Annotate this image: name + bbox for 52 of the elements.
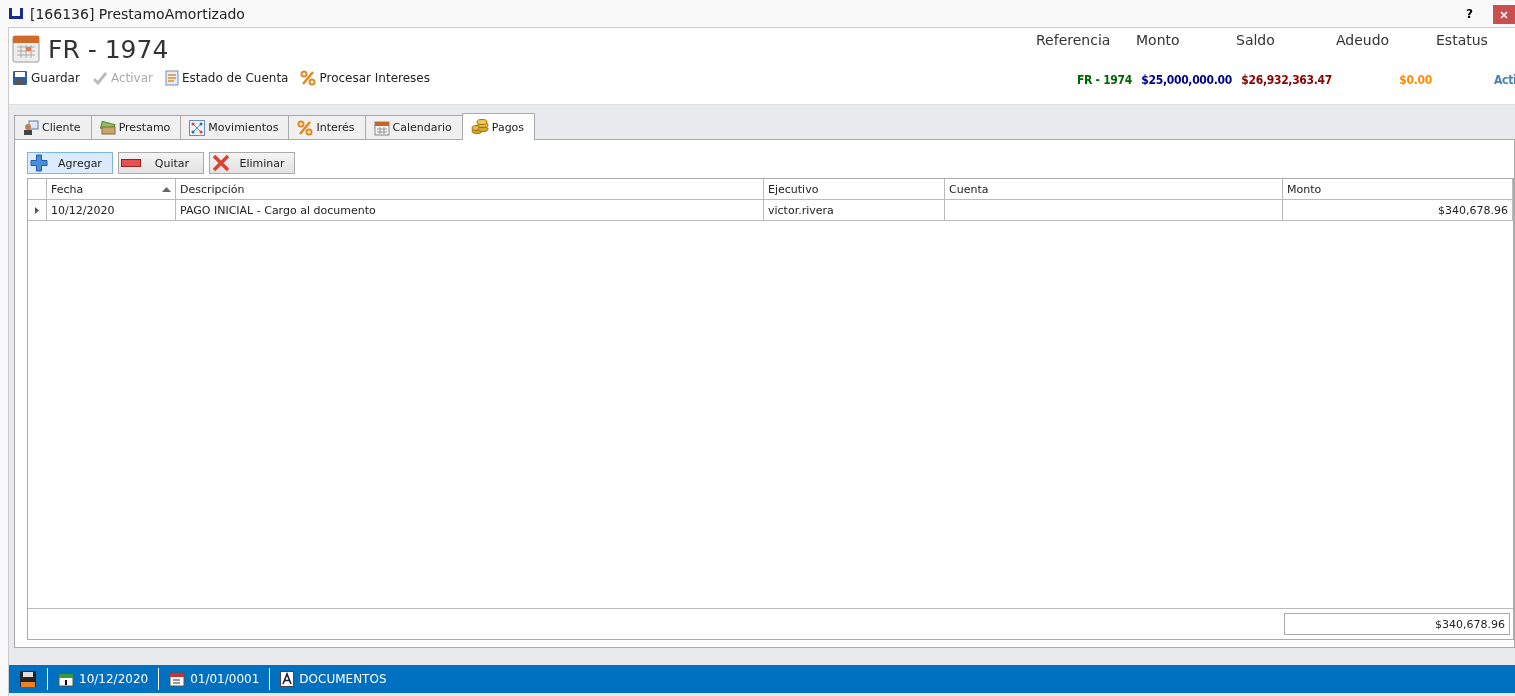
tab[interactable]: Pagos <box>461 113 536 140</box>
checkmark-icon <box>91 70 108 86</box>
document-title: FR - 1974 <box>48 34 169 64</box>
help-button[interactable]: ? <box>1466 6 1473 21</box>
person-card-icon <box>23 119 39 136</box>
toolbar-button[interactable]: Procesar Intereses <box>298 70 432 86</box>
calendar-icon <box>169 671 186 687</box>
plus-icon <box>30 154 48 172</box>
banknotes-icon <box>99 119 116 136</box>
close-icon <box>1500 10 1508 19</box>
summary-value: Acti <box>1493 73 1515 89</box>
calendar-icon <box>12 34 40 64</box>
status-text: DOCUMENTOS <box>299 672 387 686</box>
tab[interactable]: Prestamo <box>90 115 182 139</box>
summary-label: Saldo <box>1236 32 1276 50</box>
summary-value: FR - 1974 <box>1075 73 1133 89</box>
tab[interactable]: Interés <box>288 115 366 139</box>
summary-label: Estatus <box>1436 32 1489 50</box>
summary-value: $25,000,000.00 <box>1140 73 1233 89</box>
summary-label: Referencia <box>1036 32 1112 50</box>
status-text: 10/12/2020 <box>79 672 149 686</box>
tab[interactable]: Movimientos <box>180 115 290 139</box>
table-cell: $340,678.96 <box>1438 203 1508 217</box>
remove-button[interactable]: Quitar <box>118 152 204 174</box>
calendar-icon <box>373 119 390 136</box>
percent-icon <box>297 119 314 136</box>
app-logo-icon <box>8 7 24 20</box>
tab[interactable]: Cliente <box>14 115 92 139</box>
summary-label: Adeudo <box>1336 32 1391 50</box>
table-cell: PAGO INICIAL - Cargo al documento <box>180 203 376 217</box>
calendar-icon <box>58 671 74 687</box>
minus-icon <box>121 159 141 167</box>
status-text: 01/01/0001 <box>190 672 260 686</box>
letter-icon <box>280 671 295 687</box>
summary-label: Monto <box>1136 32 1181 50</box>
summary-value: $26,932,363.47 <box>1240 73 1333 89</box>
tab[interactable]: Calendario <box>364 115 463 139</box>
table-cell: victor.rivera <box>768 203 834 217</box>
close-button[interactable] <box>1493 5 1515 24</box>
toolbar-button[interactable]: Estado de Cuenta <box>162 70 291 86</box>
delete-button[interactable]: Eliminar <box>209 152 295 174</box>
toolbar-button[interactable]: Guardar <box>10 70 82 86</box>
percent-icon <box>300 70 317 86</box>
document-icon <box>164 70 179 86</box>
coins-icon <box>470 119 489 135</box>
total-amount: $340,678.96 <box>1284 613 1510 635</box>
add-button[interactable]: Agregar <box>27 152 113 174</box>
cross-icon <box>212 154 230 172</box>
table-cell: 10/12/2020 <box>51 203 115 217</box>
summary-value: $0.00 <box>1398 73 1433 89</box>
network-icon <box>189 119 206 136</box>
window-title: [166136] PrestamoAmortizado <box>30 5 246 22</box>
